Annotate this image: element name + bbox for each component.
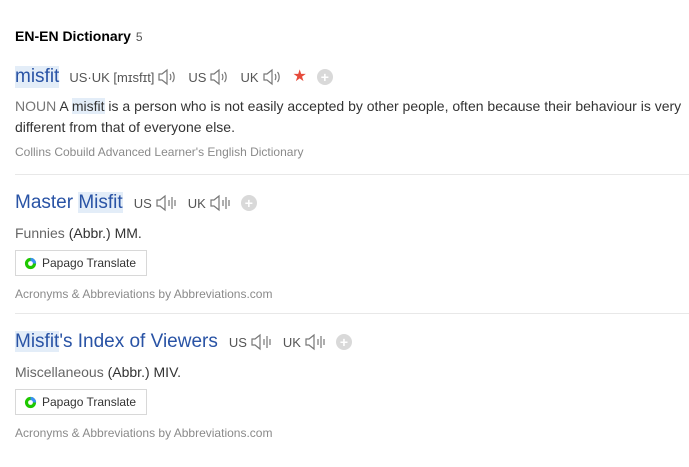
speaker-uk-icon[interactable]: [262, 68, 282, 86]
entry-headrow: Misfit's Index of Viewers US UK +: [15, 329, 689, 355]
entry-misfit: misfit US·UK [mɪsfɪt] US UK ★ + NOUN A m…: [15, 64, 689, 159]
abbreviation: (Abbr.) MIV.: [107, 364, 182, 380]
entry-misfits-index: Misfit's Index of Viewers US UK + Miscel…: [15, 329, 689, 440]
category: Funnies: [15, 225, 65, 241]
speaker-bars-uk-icon[interactable]: [304, 333, 326, 351]
phonetic-text: US·UK [mɪsfɪt]: [69, 69, 155, 85]
definition-text: is a person who is not easily accepted b…: [15, 98, 682, 135]
abbr-row: Miscellaneous (Abbr.) MIV.: [15, 364, 689, 380]
section-title: EN-EN Dictionary: [15, 28, 131, 44]
papago-icon: [24, 257, 37, 269]
definition: NOUN A misfit is a person who is not eas…: [15, 96, 687, 138]
papago-label: Papago Translate: [42, 395, 137, 409]
plus-icon[interactable]: +: [316, 69, 333, 85]
dictionary-header: EN-EN Dictionary 5: [15, 28, 143, 44]
source-label: Acronyms & Abbreviations by Abbreviation…: [15, 426, 273, 440]
star-icon[interactable]: ★: [293, 69, 307, 85]
headword-link[interactable]: misfit: [15, 66, 60, 88]
uk-label: UK: [240, 69, 259, 85]
result-count: 5: [135, 30, 143, 44]
papago-translate-button[interactable]: Papago Translate: [15, 389, 148, 415]
definition-highlight: misfit: [71, 98, 105, 114]
divider: [15, 313, 689, 314]
source-label: Collins Cobuild Advanced Learner's Engli…: [15, 145, 304, 159]
us-label: US: [188, 69, 207, 85]
plus-icon[interactable]: +: [240, 195, 257, 211]
plus-icon[interactable]: +: [335, 334, 352, 350]
speaker-icon[interactable]: [157, 68, 177, 86]
part-of-speech: NOUN: [15, 98, 57, 114]
headword-highlight: Misfit: [78, 192, 123, 213]
entry-headrow: misfit US·UK [mɪsfɪt] US UK ★ +: [15, 64, 689, 90]
papago-translate-button[interactable]: Papago Translate: [15, 250, 148, 276]
entry-headrow: Master Misfit US UK +: [15, 190, 689, 216]
phonetic-group: US·UK [mɪsfɪt]: [69, 68, 177, 86]
abbr-row: Funnies (Abbr.) MM.: [15, 225, 689, 241]
papago-label: Papago Translate: [42, 256, 137, 270]
speaker-bars-uk-icon[interactable]: [209, 194, 231, 212]
speaker-us-icon[interactable]: [209, 68, 229, 86]
uk-label: UK: [187, 195, 206, 211]
uk-label: UK: [282, 334, 301, 350]
us-label: US: [133, 195, 152, 211]
headword-link[interactable]: Master Misfit: [15, 192, 123, 214]
headword-highlight: Misfit: [15, 331, 60, 352]
headword-post: 's Index of Viewers: [59, 331, 218, 352]
us-label: US: [228, 334, 247, 350]
source-label: Acronyms & Abbreviations by Abbreviation…: [15, 287, 273, 301]
divider: [15, 174, 689, 175]
headword-pre: Master: [15, 192, 74, 213]
entry-master-misfit: Master Misfit US UK + Funnies (Abbr.) MM…: [15, 190, 689, 301]
definition-pre: A: [59, 98, 68, 114]
speaker-bars-us-icon[interactable]: [250, 333, 272, 351]
category: Miscellaneous: [15, 364, 104, 380]
speaker-bars-us-icon[interactable]: [155, 194, 177, 212]
abbreviation: (Abbr.) MM.: [68, 225, 142, 241]
papago-icon: [24, 396, 37, 408]
headword-link[interactable]: Misfit's Index of Viewers: [15, 331, 218, 353]
